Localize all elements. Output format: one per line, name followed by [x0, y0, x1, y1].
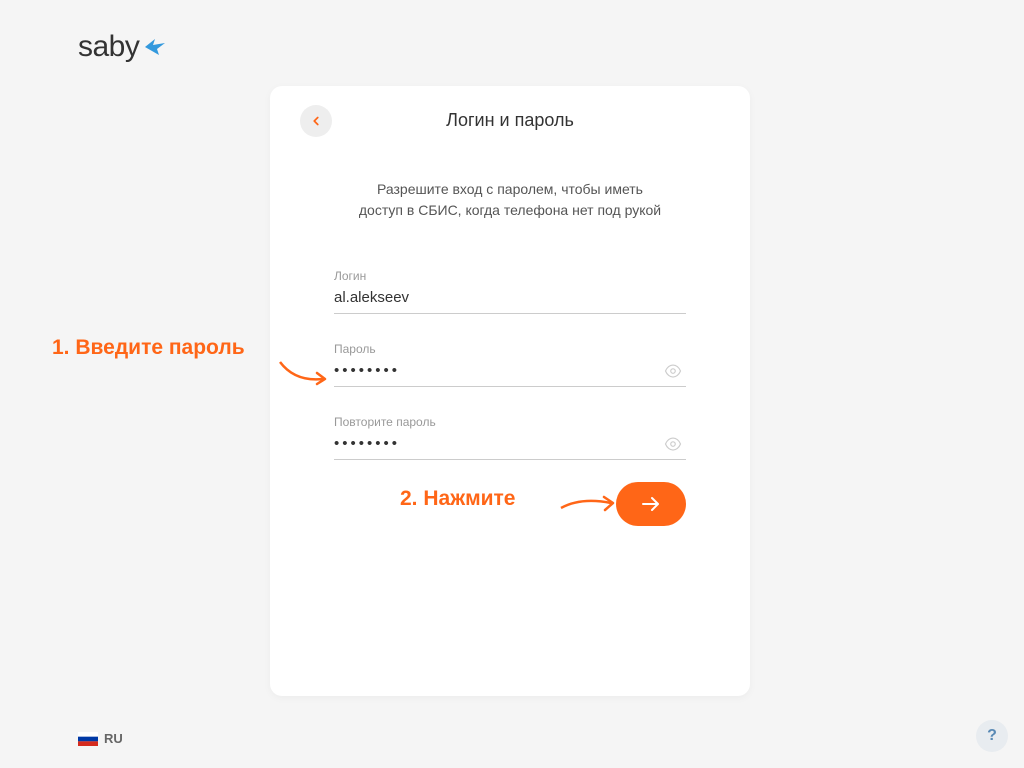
submit-button[interactable] — [616, 482, 686, 526]
annotation-arrow-1-icon — [275, 357, 335, 397]
annotation-step-1: 1. Введите пароль — [52, 336, 245, 360]
repeat-password-input[interactable] — [334, 435, 686, 452]
annotation-arrow-2-icon — [556, 490, 621, 520]
card-header: Логин и пароль — [300, 110, 720, 131]
login-input-wrapper — [334, 289, 686, 314]
back-button[interactable] — [300, 105, 332, 137]
language-selector[interactable]: RU — [78, 731, 123, 746]
login-field: Логин — [334, 269, 686, 314]
arrow-right-icon — [639, 492, 663, 516]
show-repeat-password-icon[interactable] — [664, 435, 682, 458]
logo: saby — [78, 30, 167, 64]
annotation-step-2: 2. Нажмите — [400, 487, 516, 511]
card-description: Разрешите вход с паролем, чтобы иметь до… — [300, 179, 720, 221]
help-button[interactable]: ? — [976, 720, 1008, 752]
login-card: Логин и пароль Разрешите вход с паролем,… — [270, 86, 750, 696]
card-title: Логин и пароль — [300, 110, 720, 131]
password-input-wrapper — [334, 362, 686, 387]
logo-bird-icon — [143, 35, 167, 59]
login-label: Логин — [334, 269, 686, 283]
help-icon: ? — [987, 727, 997, 745]
language-code: RU — [104, 731, 123, 746]
login-form: Логин Пароль Повторите пароль — [300, 269, 720, 460]
password-field: Пароль — [334, 342, 686, 387]
repeat-password-field: Повторите пароль — [334, 415, 686, 460]
chevron-left-icon — [309, 114, 323, 128]
password-label: Пароль — [334, 342, 686, 356]
password-input[interactable] — [334, 362, 686, 379]
russia-flag-icon — [78, 732, 98, 746]
show-password-icon[interactable] — [664, 362, 682, 385]
logo-text: saby — [78, 30, 139, 64]
login-input[interactable] — [334, 289, 686, 306]
repeat-password-input-wrapper — [334, 435, 686, 460]
repeat-password-label: Повторите пароль — [334, 415, 686, 429]
